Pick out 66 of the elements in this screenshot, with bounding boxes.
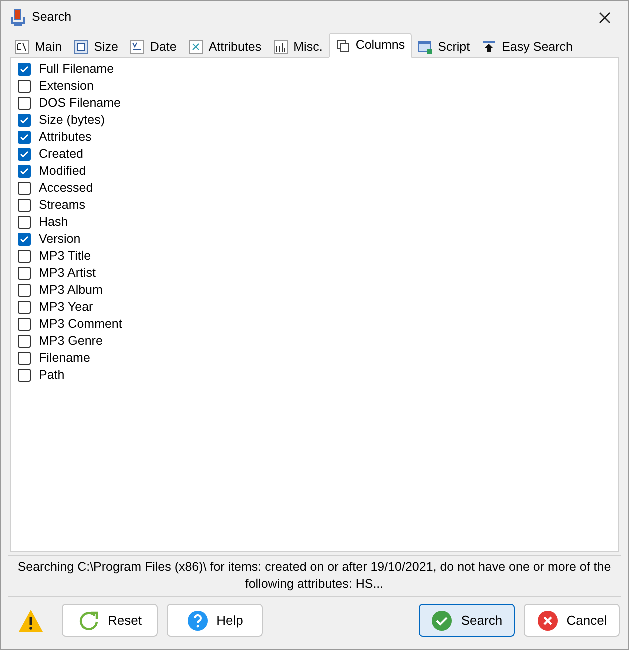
checkbox[interactable] — [18, 114, 31, 127]
check-icon — [431, 610, 454, 632]
status-text: Searching C:\Program Files (x86)\ for items: created on or after 19/10/2021, do not have one or more of the following attributes: HS... — [16, 559, 612, 593]
checkbox-row[interactable]: Attributes — [18, 129, 611, 146]
dialog-button[interactable]: Search — [419, 604, 515, 637]
window-icon — [418, 40, 432, 54]
refresh-icon — [78, 610, 100, 632]
checkbox-row[interactable]: Path — [18, 367, 611, 384]
tab[interactable]: Easy Search — [476, 36, 579, 58]
checkbox[interactable] — [18, 63, 31, 76]
checkbox[interactable] — [18, 284, 31, 297]
help-icon — [186, 610, 209, 632]
checkbox-row[interactable]: DOS Filename — [18, 95, 611, 112]
checkbox[interactable] — [18, 301, 31, 314]
dialog-button[interactable]: Help — [167, 604, 263, 637]
checkbox-row[interactable]: MP3 Comment — [18, 316, 611, 333]
upload-icon — [482, 40, 496, 54]
checkbox-row[interactable]: Filename — [18, 350, 611, 367]
checkbox-row[interactable]: Full Filename — [18, 61, 611, 78]
dialog-button[interactable]: Cancel — [524, 604, 620, 637]
checkbox[interactable] — [18, 267, 31, 280]
bars-icon — [274, 40, 288, 54]
checkbox-row[interactable]: MP3 Title — [18, 248, 611, 265]
check-icon — [20, 235, 29, 244]
checkbox[interactable] — [18, 250, 31, 263]
tab[interactable]: Columns — [328, 33, 412, 58]
tab[interactable]: Date — [124, 36, 183, 58]
checkbox[interactable] — [18, 352, 31, 365]
checkbox-row[interactable]: Created — [18, 146, 611, 163]
close-icon — [536, 610, 559, 632]
checkbox[interactable] — [18, 318, 31, 331]
checkbox[interactable] — [18, 335, 31, 348]
square-icon — [74, 40, 88, 54]
dialog-button[interactable]: Reset — [62, 604, 158, 637]
tab[interactable]: Main — [9, 36, 68, 58]
tab[interactable]: Attributes — [182, 36, 268, 58]
checkbox-row[interactable]: MP3 Year — [18, 299, 611, 316]
checkbox[interactable] — [18, 165, 31, 178]
warning-icon — [18, 608, 44, 632]
checkbox-row[interactable]: MP3 Artist — [18, 265, 611, 282]
checkbox[interactable] — [18, 369, 31, 382]
window-title: Search — [32, 9, 72, 26]
checkbox-row[interactable]: MP3 Album — [18, 282, 611, 299]
checkbox[interactable] — [18, 80, 31, 93]
checkbox[interactable] — [18, 199, 31, 212]
copy-icon — [336, 38, 350, 52]
checkbox-row[interactable]: Extension — [18, 78, 611, 95]
checkbox-row[interactable]: Size (bytes) — [18, 112, 611, 129]
drive-icon — [15, 40, 29, 54]
checkbox-row[interactable]: Version — [18, 231, 611, 248]
checkbox-row[interactable]: MP3 Genre — [18, 333, 611, 350]
close-icon — [599, 12, 611, 24]
checkbox-row[interactable]: Streams — [18, 197, 611, 214]
checkbox[interactable] — [18, 233, 31, 246]
checkbox-row[interactable]: Accessed — [18, 180, 611, 197]
checkbox[interactable] — [18, 182, 31, 195]
checkbox[interactable] — [18, 97, 31, 110]
app-icon — [10, 8, 26, 26]
checkbox-row[interactable]: Hash — [18, 214, 611, 231]
check-icon — [20, 65, 29, 74]
calendar-icon — [130, 40, 144, 54]
checkbox[interactable] — [18, 131, 31, 144]
checkbox[interactable] — [18, 216, 31, 229]
checkbox[interactable] — [18, 148, 31, 161]
checkbox-row[interactable]: Modified — [18, 163, 611, 180]
cross-icon — [188, 40, 203, 54]
